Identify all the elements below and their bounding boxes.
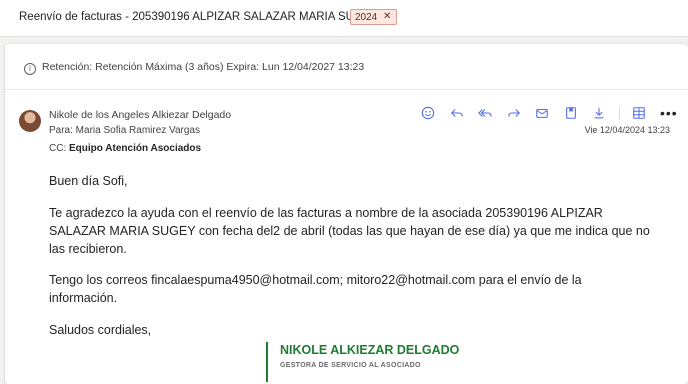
- greeting: Buen día Sofi,: [49, 174, 128, 188]
- email-subject: Reenvío de facturas - 205390196 ALPIZAR …: [19, 11, 379, 23]
- category-tag[interactable]: 2024 ✕: [350, 9, 397, 25]
- retention-notice: i Retención: Retención Máxima (3 años) Ex…: [24, 61, 364, 75]
- retention-text: Retención: Retención Máxima (3 años) Exp…: [42, 61, 365, 73]
- paragraph-1-line-1: Te agradezco la ayuda con el reenvío de …: [49, 206, 603, 220]
- divider: [5, 89, 688, 90]
- immersive-reader-icon[interactable]: [630, 104, 648, 122]
- closing: Saludos cordiales,: [49, 323, 152, 337]
- download-icon[interactable]: [590, 104, 608, 122]
- paragraph-1-line-2: SALAZAR MARIA SUGEY con fecha del2 de ab…: [49, 224, 650, 238]
- reply-icon[interactable]: [448, 104, 466, 122]
- message-actions: •••: [419, 104, 678, 122]
- more-options-icon[interactable]: •••: [660, 105, 678, 121]
- save-to-notes-icon[interactable]: [562, 104, 580, 122]
- cc-value[interactable]: Equipo Atención Asociados: [69, 143, 201, 154]
- recipient-to[interactable]: Para: Maria Sofia Ramirez Vargas: [49, 125, 200, 136]
- forward-icon[interactable]: [505, 104, 523, 122]
- signature-name: NIKOLE ALKIEZAR DELGADO: [280, 343, 460, 357]
- recipient-cc: CC: Equipo Atención Asociados: [49, 143, 201, 154]
- remove-tag-icon[interactable]: ✕: [383, 11, 391, 22]
- category-tag-label: 2024: [355, 12, 378, 23]
- message-date: Vie 12/04/2024 13:23: [584, 125, 670, 135]
- reply-all-icon[interactable]: [476, 104, 494, 122]
- avatar[interactable]: [19, 110, 41, 132]
- cc-label: CC:: [49, 143, 67, 154]
- message-card: i Retención: Retención Máxima (3 años) Ex…: [5, 44, 688, 384]
- paragraph-1: Te agradezco la ayuda con el reenvío de …: [49, 204, 650, 258]
- signature-role: GESTORA DE SERVICIO AL ASOCIADO: [280, 362, 421, 369]
- paragraph-2-line-1: Tengo los correos fincalaespuma4950@hotm…: [49, 273, 582, 287]
- emoji-icon[interactable]: [419, 104, 437, 122]
- paragraph-2: Tengo los correos fincalaespuma4950@hotm…: [49, 271, 582, 307]
- sender-name[interactable]: Nikole de los Angeles Alkiezar Delgado: [49, 109, 231, 121]
- subject-bar: Reenvío de facturas - 205390196 ALPIZAR …: [0, 0, 688, 37]
- signature-bar: [266, 342, 268, 382]
- paragraph-1-line-3: las recibieron.: [49, 242, 127, 256]
- paragraph-2-line-2: información.: [49, 291, 118, 305]
- toolbar-separator: [618, 106, 620, 120]
- info-icon: i: [24, 63, 36, 75]
- mark-unread-icon[interactable]: [533, 104, 551, 122]
